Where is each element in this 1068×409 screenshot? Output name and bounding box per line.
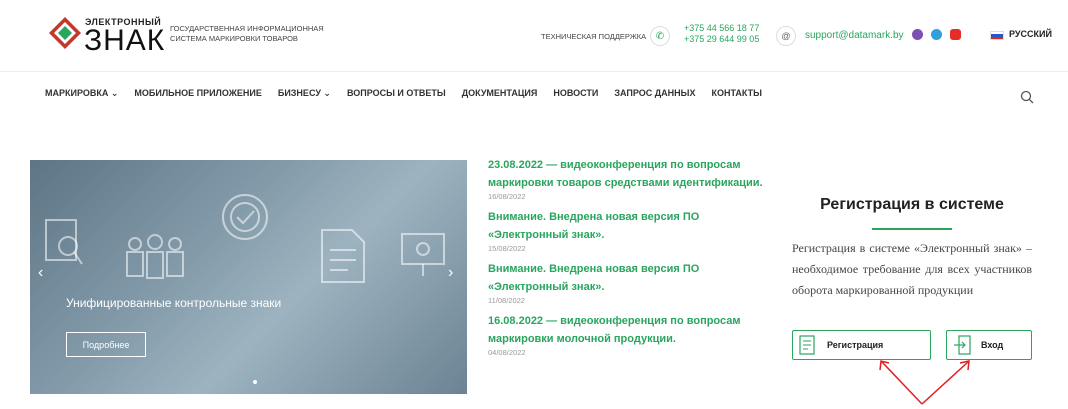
at-icon: @ [776,26,796,46]
nav-item-news[interactable]: НОВОСТИ [553,88,598,102]
news-list: 23.08.2022 — видеоконференция по вопроса… [488,156,778,364]
news-date: 15/08/2022 [488,244,526,253]
support-phones[interactable]: +375 44 566 18 77 +375 29 644 99 05 [684,23,759,45]
nav-item-faq[interactable]: ВОПРОСЫ И ОТВЕТЫ [347,88,446,102]
youtube-icon[interactable] [950,29,961,40]
tagline-line-2: СИСТЕМА МАРКИРОВКИ ТОВАРОВ [170,34,298,43]
news-date: 04/08/2022 [488,348,526,357]
language-selector[interactable]: РУССКИЙ [1009,29,1052,39]
title-divider [872,228,952,230]
slide-title: Унифицированные контрольные знаки [66,296,282,310]
nav-item-mobile-app[interactable]: МОБИЛЬНОЕ ПРИЛОЖЕНИЕ [134,88,261,102]
nav-item-marking[interactable]: МАРКИРОВКА ⌄ [45,88,118,102]
news-title-link[interactable]: 16.08.2022 — видеоконференция по вопроса… [488,312,778,348]
news-title-link[interactable]: 23.08.2022 — видеоконференция по вопроса… [488,156,778,192]
registration-title: Регистрация в системе [820,196,1004,213]
presentation-icon [401,233,445,276]
nav-item-business[interactable]: БИЗНЕСУ ⌄ [278,88,331,102]
news-item: Внимание. Внедрена новая версия ПО «Элек… [488,260,778,305]
phone-icon: ✆ [650,26,670,46]
team-icon [126,234,184,279]
search-icon[interactable] [1020,90,1034,104]
news-date: 11/08/2022 [488,296,525,305]
nav-item-contacts[interactable]: КОНТАКТЫ [712,88,762,102]
news-item: 16.08.2022 — видеоконференция по вопроса… [488,312,778,357]
flag-icon [990,31,1004,40]
slider-dot[interactable] [253,380,257,384]
support-email-link[interactable]: support@datamark.by [805,30,904,41]
slide-more-button[interactable]: Подробнее [66,332,146,357]
nav-item-documentation[interactable]: ДОКУМЕНТАЦИЯ [462,88,538,102]
annotation-arrows-icon [879,360,970,405]
slider-prev-arrow-icon[interactable]: ‹ [38,264,43,282]
phone-number-2[interactable]: +375 29 644 99 05 [684,34,759,45]
news-title-link[interactable]: Внимание. Внедрена новая версия ПО «Элек… [488,208,778,244]
telegram-icon[interactable] [931,29,942,40]
news-item: Внимание. Внедрена новая версия ПО «Элек… [488,208,778,253]
registration-panel: Регистрация в системе Регистрация в сист… [792,196,1032,360]
phone-number-1[interactable]: +375 44 566 18 77 [684,23,759,34]
login-icon [954,335,971,355]
news-item: 23.08.2022 — видеоконференция по вопроса… [488,156,778,201]
gear-icon [222,194,268,240]
search-person-icon [45,219,83,265]
register-button-label: Регистрация [827,340,884,350]
logo-emblem-icon [49,17,81,49]
tagline-line-1: ГОСУДАРСТВЕННАЯ ИНФОРМАЦИОННАЯ [170,24,324,33]
logo-big-text: ЗНАК [84,24,166,57]
slider-next-arrow-icon[interactable]: › [448,264,453,282]
document-icon [321,229,365,283]
registration-form-icon [799,335,815,355]
site-logo[interactable]: ЭЛЕКТРОННЫЙ ЗНАК [48,12,164,58]
news-title-link[interactable]: Внимание. Внедрена новая версия ПО «Элек… [488,260,778,296]
nav-item-data-request[interactable]: ЗАПРОС ДАННЫХ [614,88,695,102]
login-button-label: Вход [981,340,1004,350]
site-tagline: ГОСУДАРСТВЕННАЯ ИНФОРМАЦИОННАЯ СИСТЕМА М… [170,24,340,44]
support-label: ТЕХНИЧЕСКАЯ ПОДДЕРЖКА [541,32,647,41]
viber-icon[interactable] [912,29,923,40]
main-nav: МАРКИРОВКА ⌄ МОБИЛЬНОЕ ПРИЛОЖЕНИЕ БИЗНЕС… [45,88,762,102]
registration-text: Регистрация в системе «Электронный знак»… [792,241,1032,297]
news-date: 16/08/2022 [488,192,526,201]
top-header: ЭЛЕКТРОННЫЙ ЗНАК ГОСУДАРСТВЕННАЯ ИНФОРМА… [0,0,1068,72]
hero-slider[interactable]: ‹ › Унифицированные контрольные знаки По… [30,160,467,394]
